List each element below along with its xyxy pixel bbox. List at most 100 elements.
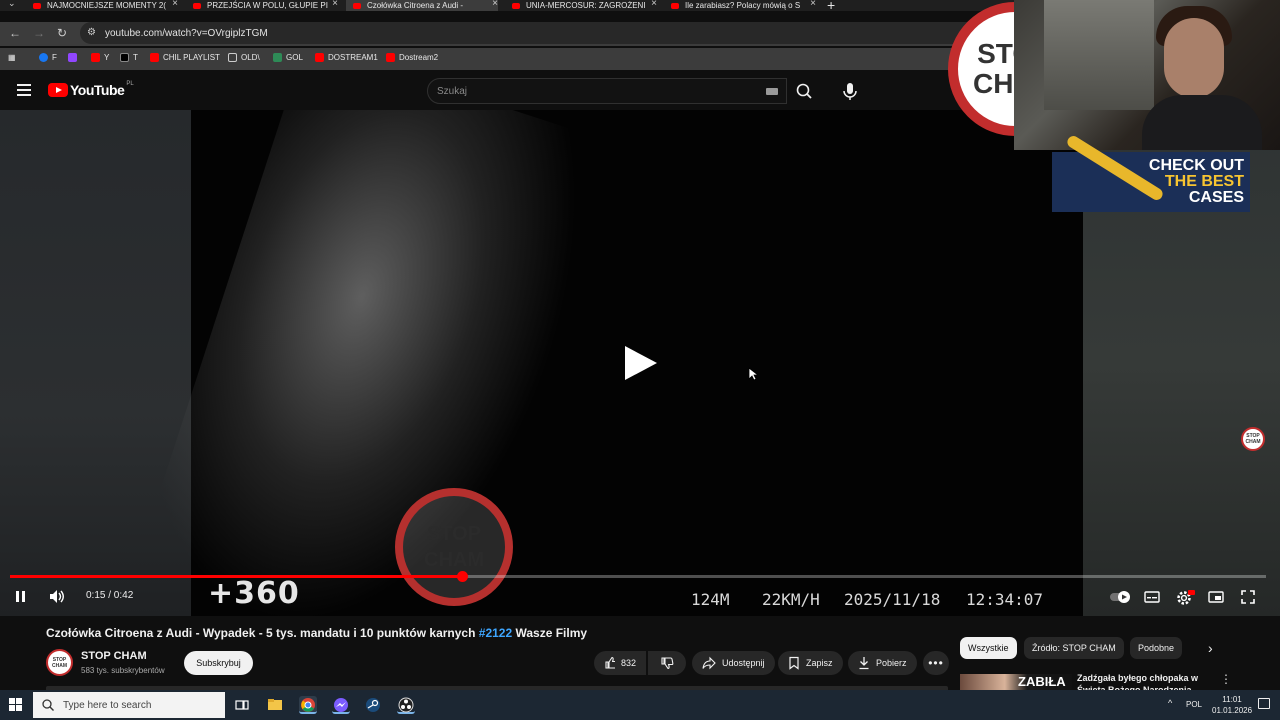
channel-avatar[interactable]: STOP CHAM	[46, 649, 73, 676]
chrome-icon[interactable]	[299, 696, 317, 714]
gol-icon	[273, 53, 282, 62]
voice-search-button[interactable]	[836, 77, 864, 105]
channel-name[interactable]: STOP CHAM	[81, 650, 147, 662]
windows-logo-icon	[9, 698, 22, 711]
bookmark-chil-playlist[interactable]: CHIL PLAYLIST	[150, 53, 220, 62]
streamer-webcam	[1014, 0, 1280, 150]
tab-label: Ile zarabiasz? Polacy mówią o S	[685, 1, 801, 10]
bookmark-dostream1[interactable]: DOSTREAM1	[315, 53, 378, 62]
bookmark-twitch[interactable]	[68, 53, 81, 62]
keyboard-icon[interactable]	[766, 88, 778, 95]
subscribe-button[interactable]: Subskrybuj	[184, 651, 253, 675]
tab-4[interactable]: UNIA-MERCOSUR: ZAGROŻENI ×	[505, 0, 657, 11]
more-horizontal-icon: •••	[928, 656, 944, 670]
tab-label: PRZEJŚCIA W POLU, GŁUPIE PI	[207, 1, 328, 10]
steam-icon[interactable]	[364, 696, 382, 714]
close-tab-icon[interactable]: ×	[810, 0, 816, 9]
start-button[interactable]	[9, 698, 23, 717]
youtube-play-logo-icon	[48, 83, 68, 97]
mute-button[interactable]	[48, 589, 66, 610]
language-indicator[interactable]: POL	[1186, 700, 1202, 709]
search-placeholder: Szukaj	[437, 86, 468, 97]
youtube-logo-text: YouTube	[70, 82, 125, 98]
dislike-button[interactable]	[648, 651, 686, 675]
tab-label: Czołówka Citroena z Audi -	[367, 1, 464, 10]
close-tab-icon[interactable]: ×	[332, 0, 338, 9]
windows-taskbar: Type here to search ^ POL 11:01 01.01.20…	[0, 690, 1280, 720]
pause-button[interactable]	[14, 589, 28, 610]
tab-label: NAJMOCNIEJSZE MOMENTY 2(	[47, 1, 166, 10]
chip-all[interactable]: Wszystkie	[960, 637, 1017, 659]
clock[interactable]: 11:01 01.01.2026	[1212, 694, 1252, 716]
tray-expand-icon[interactable]: ^	[1168, 698, 1172, 708]
clock-date: 01.01.2026	[1212, 706, 1253, 715]
tab-search-chevron-icon[interactable]: ⌄	[8, 0, 16, 9]
chip-related[interactable]: Podobne	[1130, 637, 1183, 659]
new-tab-icon[interactable]: +	[827, 0, 835, 13]
messenger-icon[interactable]	[332, 696, 350, 714]
chip-source-channel[interactable]: Źródło: STOP CHAM	[1024, 637, 1124, 659]
settings-button[interactable]	[1175, 589, 1195, 612]
search-button[interactable]	[787, 78, 823, 104]
bookmark-dostream2[interactable]: Dostream2	[386, 53, 438, 62]
autoplay-toggle[interactable]	[1109, 590, 1131, 609]
download-icon	[859, 657, 869, 670]
share-icon	[702, 656, 716, 670]
apps-grid-icon[interactable]: ▦	[8, 53, 16, 62]
reload-icon[interactable]: ↻	[57, 26, 67, 40]
stop-cham-watermark: STOP CHAM	[395, 488, 513, 606]
taskbar-search-input[interactable]: Type here to search	[33, 692, 225, 718]
close-tab-icon[interactable]: ×	[172, 0, 178, 9]
chevron-right-icon[interactable]: ›	[1208, 640, 1213, 656]
hashtag-link[interactable]: #2122	[479, 626, 512, 640]
channel-watermark-button[interactable]: STOP CHAM	[1241, 427, 1265, 451]
video-info: Czołówka Citroena z Audi - Wypadek - 5 t…	[0, 616, 1280, 695]
tab-3-active[interactable]: Czołówka Citroena z Audi - ×	[346, 0, 498, 11]
bookmark-youtube[interactable]: Y	[91, 53, 109, 62]
task-view-icon[interactable]	[233, 696, 251, 714]
tab-1[interactable]: NAJMOCNIEJSZE MOMENTY 2( ×	[26, 0, 178, 11]
subtitles-button[interactable]	[1143, 589, 1161, 610]
share-button[interactable]: Udostępnij	[692, 651, 775, 675]
big-play-icon[interactable]	[623, 344, 659, 387]
youtube-favicon-icon	[512, 2, 520, 9]
car-wheel-image	[132, 110, 620, 616]
subscriber-count: 583 tys. subskrybentów	[81, 666, 165, 675]
close-tab-icon[interactable]: ×	[651, 0, 657, 9]
notifications-icon[interactable]	[1258, 698, 1270, 709]
back-icon[interactable]: ←	[9, 26, 21, 40]
recommended-thumbnail[interactable]: ZABIŁA	[960, 674, 1072, 690]
save-button[interactable]: Zapisz	[778, 651, 843, 675]
bookmark-x[interactable]: T	[120, 53, 138, 62]
fullscreen-button[interactable]	[1240, 589, 1256, 610]
menu-icon[interactable]	[17, 84, 31, 96]
youtube-favicon-icon	[353, 2, 361, 9]
close-tab-icon[interactable]: ×	[492, 0, 498, 9]
tab-2[interactable]: PRZEJŚCIA W POLU, GŁUPIE PI ×	[186, 0, 338, 11]
obs-icon[interactable]	[397, 696, 415, 714]
file-explorer-icon[interactable]	[266, 696, 284, 714]
youtube-logo[interactable]: YouTube PL	[48, 81, 134, 98]
youtube-favicon-icon	[33, 2, 41, 9]
like-button[interactable]: 832	[594, 651, 646, 675]
forward-icon[interactable]: →	[33, 26, 45, 40]
cases-ad-banner: CHECK OUT THE BEST CASES	[1052, 133, 1250, 212]
dashcam-brand-logo: +360	[208, 576, 300, 611]
clock-time: 11:01	[1222, 695, 1242, 704]
more-actions-button[interactable]: •••	[923, 651, 949, 675]
progress-bar[interactable]	[10, 571, 1266, 582]
download-button[interactable]: Pobierz	[848, 651, 917, 675]
search-input[interactable]: Szukaj	[427, 78, 787, 104]
fullscreen-icon	[1241, 590, 1255, 604]
bookmark-facebook[interactable]: F	[39, 53, 57, 62]
site-info-icon[interactable]: ⚙	[87, 27, 96, 38]
country-code: PL	[126, 81, 134, 87]
bookmark-folder-old[interactable]: OLD\	[228, 53, 260, 62]
youtube-header: YouTube PL Szukaj	[0, 72, 1015, 110]
facebook-icon	[39, 53, 48, 62]
youtube-icon	[91, 53, 100, 62]
tab-5[interactable]: Ile zarabiasz? Polacy mówią o S ×	[664, 0, 816, 11]
theater-mode-button[interactable]	[1207, 589, 1225, 610]
more-vertical-icon[interactable]: ⋮	[1220, 672, 1232, 686]
bookmark-gol[interactable]: GOL	[273, 53, 303, 62]
